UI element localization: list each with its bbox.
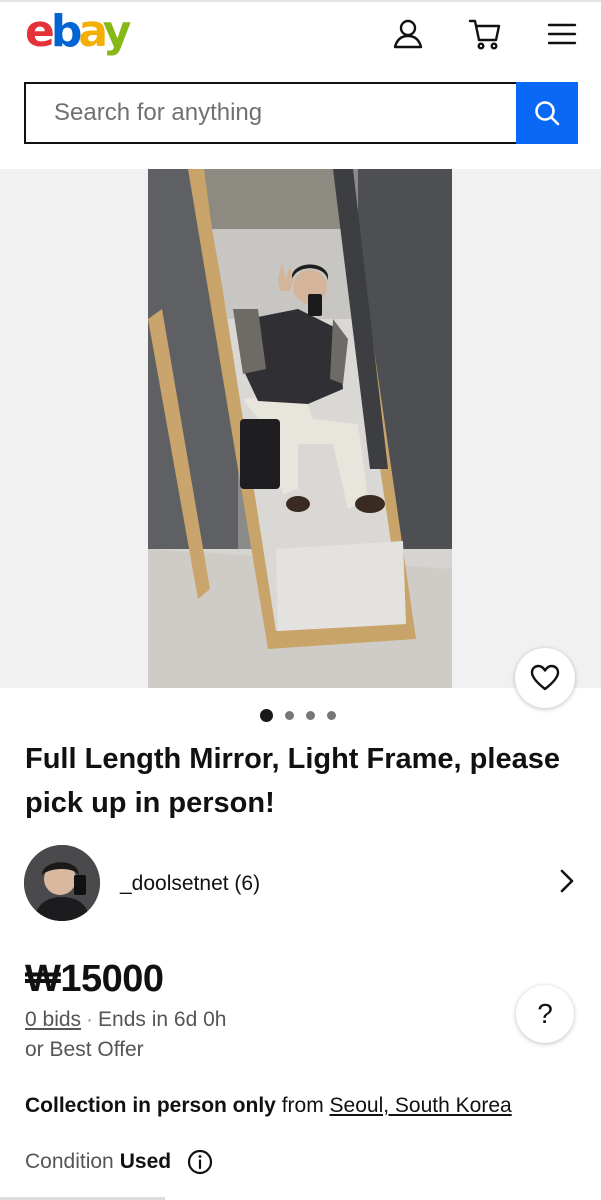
best-offer-label: or Best Offer: [25, 1038, 144, 1061]
info-icon[interactable]: [187, 1149, 213, 1175]
collection-location-link[interactable]: Seoul, South Korea: [330, 1094, 512, 1117]
logo-letter-y: y: [102, 6, 132, 57]
collection-label: Collection in person only: [25, 1094, 276, 1117]
pagination-dot[interactable]: [327, 711, 336, 720]
bids-info: 0 bids · Ends in 6d 0h: [25, 1008, 226, 1032]
pagination-dot-active[interactable]: [260, 709, 273, 722]
mirror-photo-illustration: [148, 169, 452, 688]
search-bar: [24, 82, 578, 144]
gallery-pagination: [260, 709, 336, 722]
ebay-logo[interactable]: ebay: [25, 6, 132, 58]
price: ₩15000: [25, 958, 164, 1000]
logo-letter-b: b: [50, 6, 82, 57]
seller-avatar-image: [24, 845, 100, 921]
account-button[interactable]: [388, 14, 428, 54]
seller-avatar[interactable]: [24, 845, 100, 921]
help-button[interactable]: ?: [516, 985, 574, 1043]
logo-letter-a: a: [78, 6, 106, 57]
cart-icon: [468, 19, 501, 50]
user-icon: [393, 19, 423, 49]
search-button[interactable]: [516, 82, 578, 144]
heart-icon: [530, 664, 560, 691]
condition-row: Condition Used: [25, 1149, 213, 1175]
condition-label: Condition: [25, 1150, 114, 1173]
pagination-dot[interactable]: [285, 711, 294, 720]
listing-title: Full Length Mirror, Light Frame, please …: [25, 743, 560, 819]
hamburger-menu-icon: [547, 23, 577, 45]
question-mark-icon: ?: [537, 998, 553, 1029]
logo-letter-e: e: [25, 6, 55, 57]
image-gallery[interactable]: [0, 169, 601, 688]
collection-from: from: [281, 1094, 324, 1117]
ends-in: Ends in 6d 0h: [98, 1008, 227, 1031]
condition-value: Used: [119, 1150, 172, 1173]
menu-button[interactable]: [542, 14, 582, 54]
top-divider: [0, 0, 601, 2]
search-icon: [535, 101, 560, 126]
chevron-right-icon[interactable]: [552, 866, 582, 896]
bullet-separator: ·: [86, 1008, 94, 1031]
watch-button[interactable]: [515, 648, 575, 708]
product-photo[interactable]: [148, 169, 452, 688]
cart-button[interactable]: [465, 14, 505, 54]
bids-link[interactable]: 0 bids: [25, 1008, 81, 1031]
search-input[interactable]: [24, 82, 516, 144]
pagination-dot[interactable]: [306, 711, 315, 720]
collection-info: Collection in person only from Seoul, So…: [25, 1094, 512, 1118]
seller-name[interactable]: _doolsetnet (6): [120, 872, 260, 896]
